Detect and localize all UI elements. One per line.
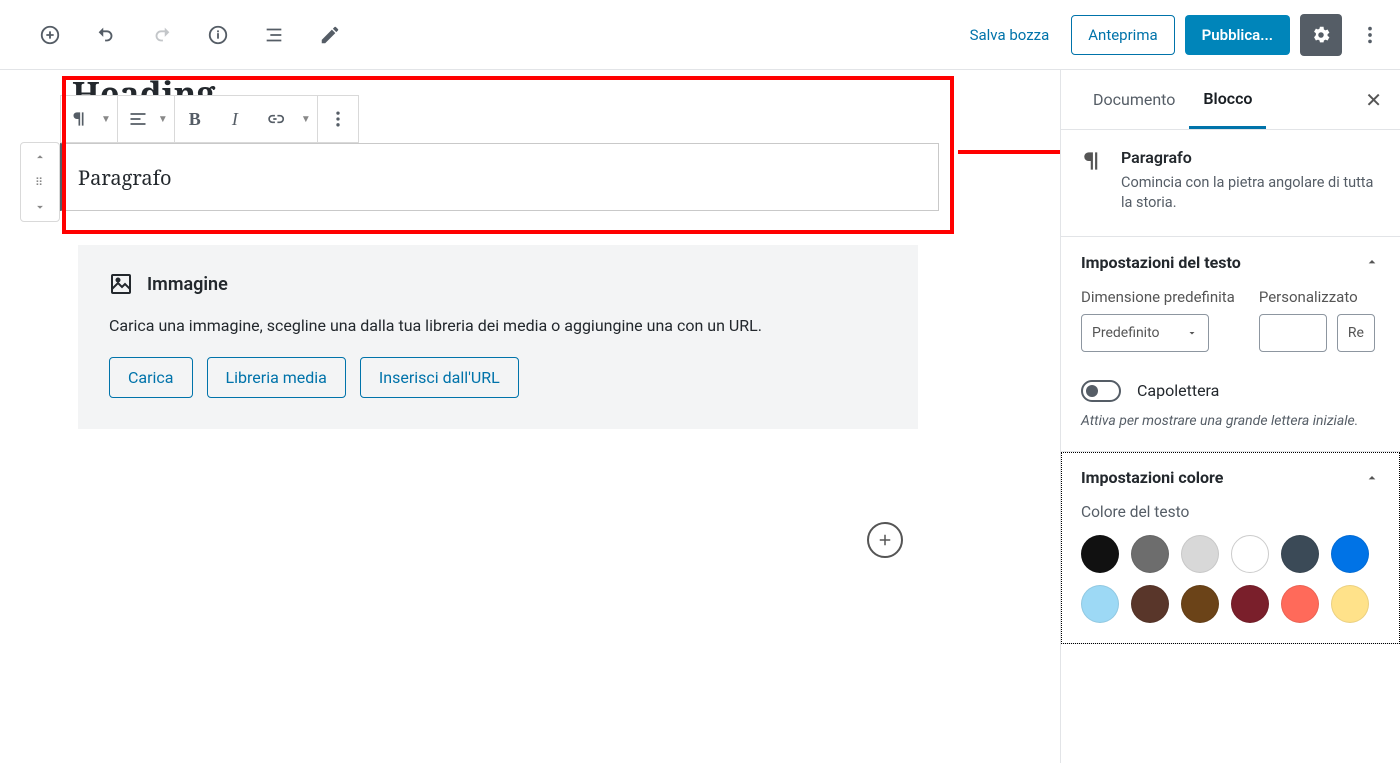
block-mover: ⠿ xyxy=(20,142,60,222)
settings-sidebar: Documento Blocco ✕ Paragrafo Comincia co… xyxy=(1060,70,1400,763)
link-button[interactable] xyxy=(255,96,295,142)
chevron-up-icon xyxy=(1364,470,1380,486)
block-type-dropdown-icon[interactable]: ▼ xyxy=(101,96,117,142)
drag-handle[interactable]: ⠿ xyxy=(35,171,45,193)
color-swatch[interactable] xyxy=(1131,535,1169,573)
block-more-options-button[interactable] xyxy=(318,96,358,142)
block-info-desc: Comincia con la pietra angolare di tutta… xyxy=(1121,173,1380,214)
color-swatch[interactable] xyxy=(1181,535,1219,573)
publish-button[interactable]: Pubblica... xyxy=(1185,15,1290,55)
append-block-button[interactable] xyxy=(867,522,903,558)
color-settings-panel: Impostazioni colore Colore del testo xyxy=(1061,452,1400,644)
redo-button[interactable] xyxy=(144,17,180,53)
tab-block[interactable]: Blocco xyxy=(1189,71,1266,129)
reset-size-button[interactable]: Re xyxy=(1337,314,1375,352)
chevron-down-icon xyxy=(1186,327,1198,339)
paragraph-icon xyxy=(1081,148,1107,214)
dropcap-toggle[interactable] xyxy=(1081,380,1121,402)
chevron-up-icon xyxy=(1364,254,1380,270)
settings-button[interactable] xyxy=(1300,14,1342,56)
block-toolbar: ▼ ▼ B I ▼ xyxy=(60,95,359,143)
editor-top-bar: Salva bozza Anteprima Pubblica... xyxy=(0,0,1400,70)
custom-size-input[interactable] xyxy=(1259,314,1327,352)
save-draft-button[interactable]: Salva bozza xyxy=(958,18,1062,52)
default-size-label: Dimensione predefinita xyxy=(1081,288,1235,306)
color-settings-toggle[interactable]: Impostazioni colore xyxy=(1081,468,1380,487)
align-dropdown-icon[interactable]: ▼ xyxy=(158,96,174,142)
align-button[interactable] xyxy=(118,96,158,142)
more-menu-button[interactable] xyxy=(1352,17,1388,53)
info-button[interactable] xyxy=(200,17,236,53)
text-settings-heading: Impostazioni del testo xyxy=(1081,253,1241,272)
insert-from-url-button[interactable]: Inserisci dall'URL xyxy=(360,357,519,398)
dropcap-label: Capolettera xyxy=(1137,381,1219,400)
color-swatch[interactable] xyxy=(1331,535,1369,573)
preview-button[interactable]: Anteprima xyxy=(1071,15,1174,55)
color-swatch[interactable] xyxy=(1231,535,1269,573)
media-library-button[interactable]: Libreria media xyxy=(207,357,346,398)
annotation-arrow xyxy=(958,144,1060,160)
color-swatch[interactable] xyxy=(1131,585,1169,623)
color-swatch[interactable] xyxy=(1081,585,1119,623)
color-swatch[interactable] xyxy=(1081,535,1119,573)
move-up-button[interactable] xyxy=(21,143,59,171)
sidebar-tabs: Documento Blocco ✕ xyxy=(1061,70,1400,130)
paragraph-block[interactable]: Paragrafo xyxy=(60,143,939,211)
upload-button[interactable]: Carica xyxy=(109,357,193,398)
block-info-title: Paragrafo xyxy=(1121,148,1380,167)
image-block-placeholder: Immagine Carica una immagine, scegline u… xyxy=(78,245,918,429)
font-size-select[interactable]: Predefinito xyxy=(1081,314,1209,352)
text-settings-panel: Impostazioni del testo Dimensione predef… xyxy=(1061,237,1400,453)
color-swatch[interactable] xyxy=(1281,585,1319,623)
outline-button[interactable] xyxy=(256,17,292,53)
edit-button[interactable] xyxy=(312,17,348,53)
tab-document[interactable]: Documento xyxy=(1079,72,1189,127)
add-block-button[interactable] xyxy=(32,17,68,53)
text-color-label: Colore del testo xyxy=(1081,503,1380,521)
italic-button[interactable]: I xyxy=(215,96,255,142)
color-swatch[interactable] xyxy=(1181,585,1219,623)
color-settings-heading: Impostazioni colore xyxy=(1081,468,1223,487)
color-swatch[interactable] xyxy=(1281,535,1319,573)
undo-button[interactable] xyxy=(88,17,124,53)
dropcap-help-text: Attiva per mostrare una grande lettera i… xyxy=(1081,412,1380,432)
image-block-description: Carica una immagine, scegline una dalla … xyxy=(109,316,887,335)
block-info-panel: Paragrafo Comincia con la pietra angolar… xyxy=(1061,130,1400,237)
close-sidebar-button[interactable]: ✕ xyxy=(1365,88,1382,112)
block-type-button[interactable] xyxy=(61,96,101,142)
custom-size-label: Personalizzato xyxy=(1259,288,1375,306)
color-swatch-grid xyxy=(1081,535,1380,623)
bold-button[interactable]: B xyxy=(175,96,215,142)
more-rich-text-dropdown[interactable]: ▼ xyxy=(295,96,317,142)
color-swatch[interactable] xyxy=(1231,585,1269,623)
font-size-value: Predefinito xyxy=(1092,325,1160,341)
image-icon xyxy=(109,272,133,296)
move-down-button[interactable] xyxy=(21,193,59,221)
text-settings-toggle[interactable]: Impostazioni del testo xyxy=(1081,253,1380,272)
color-swatch[interactable] xyxy=(1331,585,1369,623)
image-block-title: Immagine xyxy=(147,274,228,295)
editor-canvas: Heading ▼ ▼ B I ▼ xyxy=(0,70,1060,763)
